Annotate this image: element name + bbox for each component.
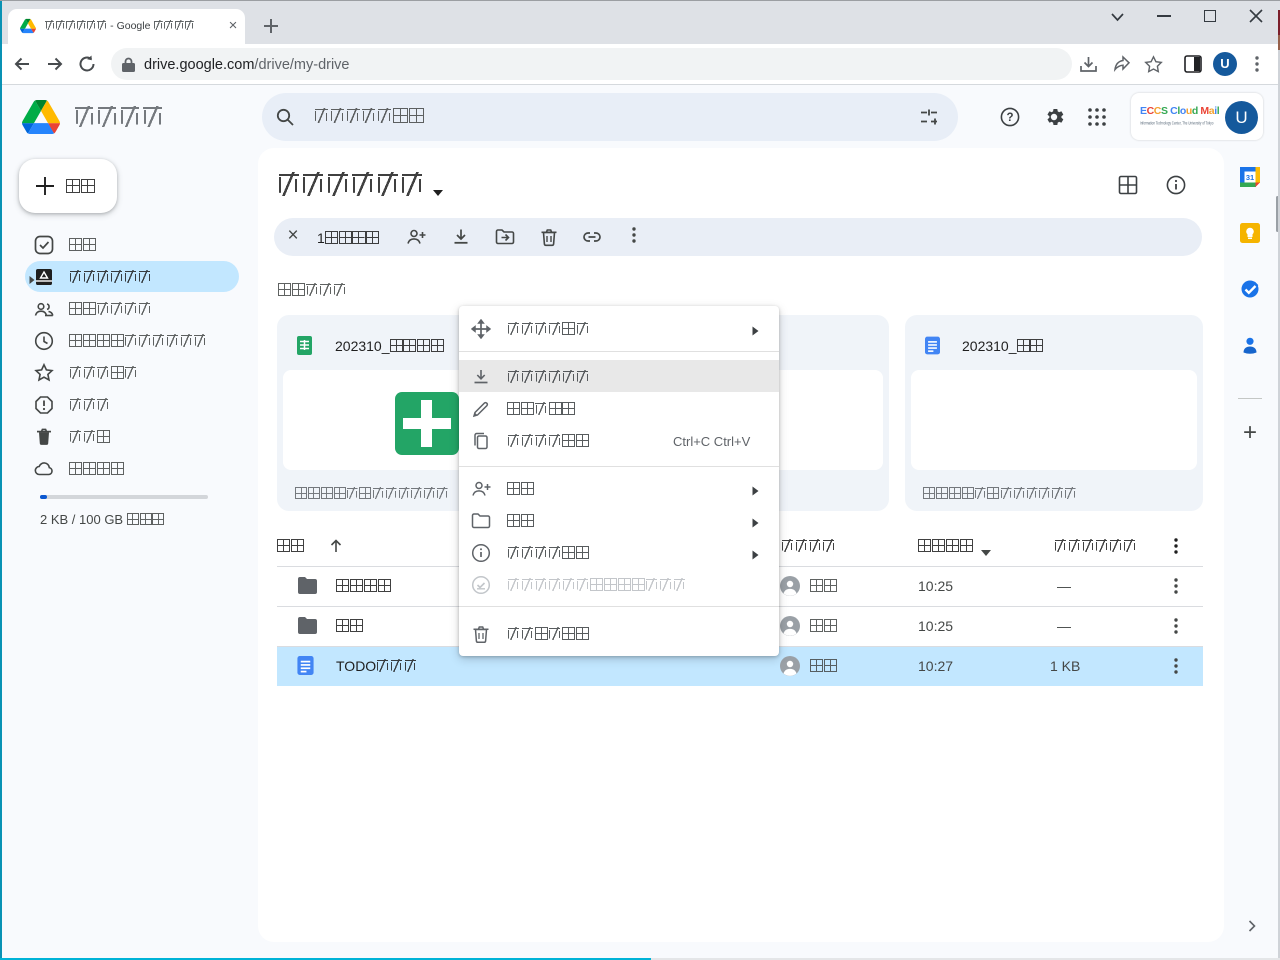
svg-text:?: ? [1006,112,1013,124]
svg-text:31: 31 [1246,173,1254,182]
